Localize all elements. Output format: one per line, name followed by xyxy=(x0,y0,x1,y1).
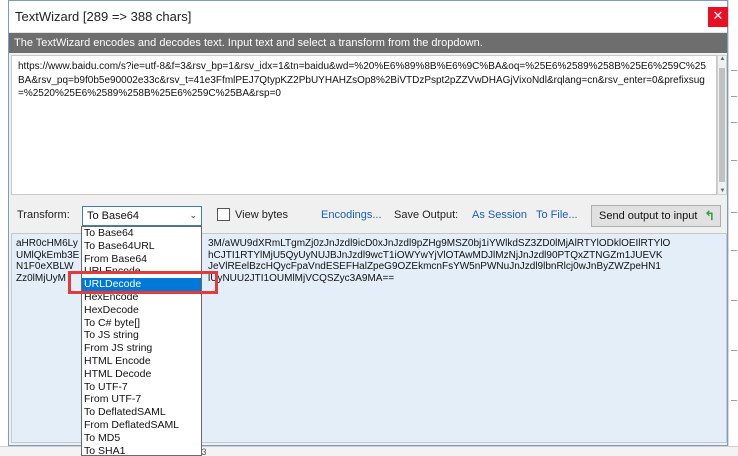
dropdown-option[interactable]: To Base64URL xyxy=(82,240,201,253)
title-bar: TextWizard [289 => 388 chars] ✕ xyxy=(9,1,728,33)
chevron-down-icon: ⌄ xyxy=(189,211,197,221)
transform-label: Transform: xyxy=(17,209,70,221)
dropdown-option[interactable]: HexDecode xyxy=(82,304,201,317)
input-textarea[interactable]: https://www.baidu.com/s?ie=utf-8&f=3&rsv… xyxy=(11,55,717,195)
dropdown-option[interactable]: To Base64 xyxy=(82,227,201,240)
dropdown-option[interactable]: From JS string xyxy=(82,342,201,355)
background-app-left xyxy=(0,0,8,456)
return-arrow-icon: ↰ xyxy=(704,209,715,224)
dropdown-option[interactable]: HTML Encode xyxy=(82,355,201,368)
transform-dropdown-list[interactable]: To Base64 To Base64URL From Base64 URLEn… xyxy=(81,226,202,456)
dropdown-option[interactable]: HTML Decode xyxy=(82,368,201,381)
dropdown-option[interactable]: To DeflatedSAML xyxy=(82,406,201,419)
output-line-left: aHR0cHM6Ly xyxy=(16,238,78,249)
dropdown-option[interactable]: To C# byte[] xyxy=(82,317,201,330)
encodings-link[interactable]: Encodings... xyxy=(321,209,382,221)
scroll-down-icon[interactable]: ▼ xyxy=(719,188,726,194)
as-session-link[interactable]: As Session xyxy=(472,209,527,221)
scrollbar-thumb[interactable] xyxy=(719,68,725,182)
output-line-right: hCJTI1RTYlMjU5QyUyNUJBJnJzdl9wcT1iOWYwYj… xyxy=(208,249,663,261)
close-icon[interactable]: ✕ xyxy=(708,7,728,27)
output-line-left: UMlQkEmb3E xyxy=(16,249,80,261)
output-line-right: JeVlREelBzcHQycFpaVndESEFHalZpeG9OZEkmcn… xyxy=(208,261,661,272)
dropdown-option[interactable]: To SHA1 xyxy=(82,445,201,455)
save-output-label: Save Output: xyxy=(394,209,459,221)
transform-toolbar: Transform: To Base64 ⌄ View bytes Encodi… xyxy=(9,201,727,229)
dropdown-option-selected[interactable]: URLDecode xyxy=(82,278,201,291)
output-line-right: 3M/aWU9dXRmLTgmZj0zJnJzdl9icD0xJnJzdl9pZ… xyxy=(208,238,671,249)
info-bar: The TextWizard encodes and decodes text.… xyxy=(9,33,727,53)
scroll-up-icon[interactable]: ▲ xyxy=(719,56,726,62)
dropdown-option[interactable]: To MD5 xyxy=(82,432,201,445)
send-button-label: Send output to input xyxy=(599,210,698,222)
background-app-right xyxy=(728,0,738,456)
transform-selected-value: To Base64 xyxy=(87,210,139,222)
dropdown-option[interactable]: HexEncode xyxy=(82,291,201,304)
dropdown-option[interactable]: To JS string xyxy=(82,329,201,342)
view-bytes-label[interactable]: View bytes xyxy=(235,209,288,221)
input-scrollbar[interactable]: ▲ ▼ xyxy=(717,55,727,195)
view-bytes-checkbox[interactable] xyxy=(217,208,230,221)
send-output-to-input-button[interactable]: Send output to input ↰ xyxy=(591,205,721,227)
output-line-right: lUyNUU2JTI1OUMlMjVCQSZyc3A9MA== xyxy=(208,272,395,284)
output-line-left: Zz0lMjUyM xyxy=(16,272,66,284)
dropdown-option[interactable]: To UTF-7 xyxy=(82,381,201,394)
dropdown-option[interactable]: From DeflatedSAML xyxy=(82,419,201,432)
transform-select[interactable]: To Base64 ⌄ xyxy=(82,206,202,226)
dropdown-option[interactable]: URLEncode xyxy=(82,265,201,278)
output-line-left: N1F0eXBLW xyxy=(16,261,74,272)
dropdown-option[interactable]: From UTF-7 xyxy=(82,393,201,406)
dropdown-option[interactable]: From Base64 xyxy=(82,253,201,266)
window-title: TextWizard [289 => 388 chars] xyxy=(15,9,192,24)
to-file-link[interactable]: To File... xyxy=(536,209,578,221)
